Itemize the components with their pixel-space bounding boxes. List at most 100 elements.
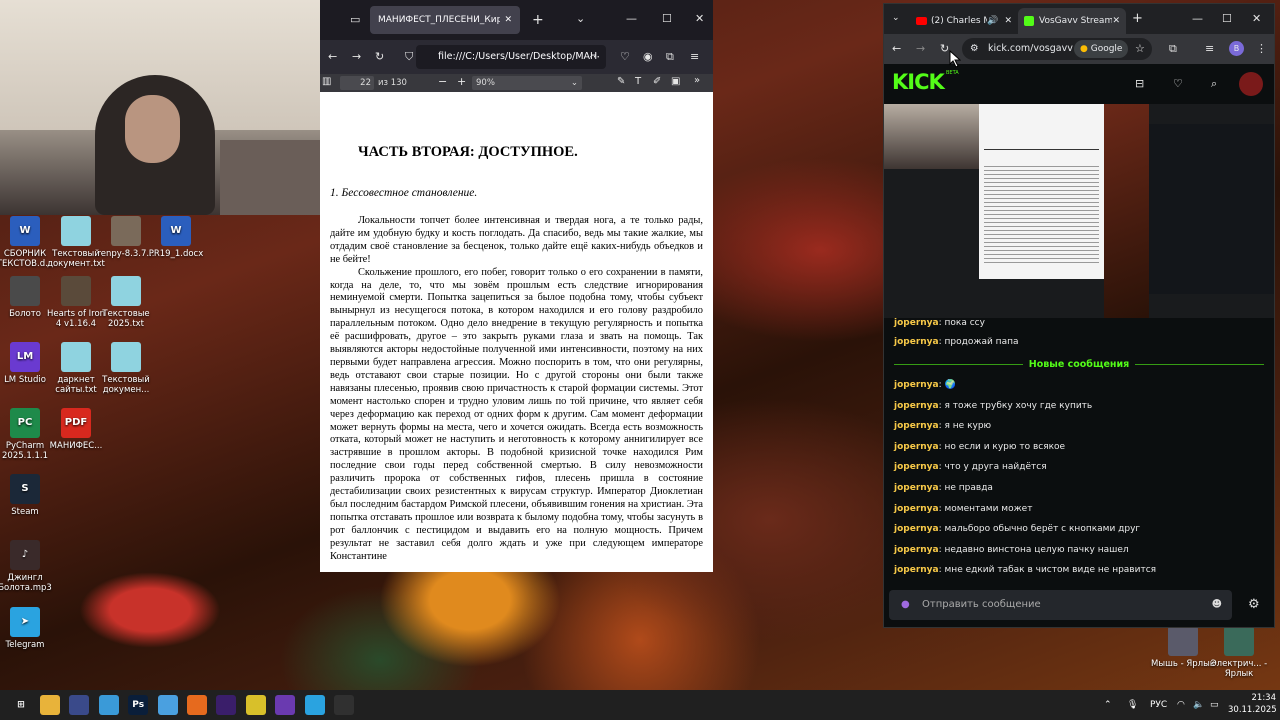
chat-username[interactable]: jopernya (894, 483, 939, 493)
bookmark-star-icon[interactable]: ☆ (1135, 42, 1145, 55)
zoom-out-icon[interactable]: − (438, 75, 447, 88)
file-explorer-icon[interactable] (40, 695, 60, 715)
media-controls-icon[interactable]: ≡ (1205, 42, 1214, 55)
tab-list-icon[interactable]: ▭ (350, 13, 360, 26)
more-tools-icon[interactable]: » (694, 75, 700, 86)
library-icon[interactable]: ⊟ (1135, 77, 1144, 90)
chat-username[interactable]: jopernya (894, 318, 939, 328)
tab-kick[interactable]: VosGavv Stream ✕ (1018, 8, 1126, 34)
site-settings-icon[interactable]: ⚙ (970, 38, 979, 60)
chat-username[interactable]: jopernya (894, 462, 939, 472)
chat-username[interactable]: jopernya (894, 401, 939, 411)
chat-settings-icon[interactable]: ⚙ (1248, 597, 1260, 612)
desktop-icon[interactable]: Мышь - Ярлык (1151, 626, 1215, 669)
telegram-taskbar-icon[interactable] (304, 695, 325, 715)
battery-icon[interactable]: ▭ (1210, 690, 1219, 720)
stream-video[interactable] (884, 104, 1274, 318)
following-heart-icon[interactable]: ♡ (1173, 77, 1183, 90)
reload-icon[interactable]: ↻ (940, 42, 949, 55)
notepad-icon[interactable] (98, 695, 119, 715)
stream-chat-preview (1149, 124, 1274, 294)
close-window-icon[interactable]: ✕ (695, 12, 704, 25)
language-indicator[interactable]: РУС (1150, 690, 1167, 720)
desktop-icon[interactable]: Текстовый докумен... (94, 342, 158, 395)
image-icon[interactable]: ▣ (671, 76, 680, 87)
close-tab-icon[interactable]: ✕ (1112, 16, 1120, 26)
desktop-icon[interactable]: ➤ Telegram (0, 607, 57, 650)
tab-youtube[interactable]: (2) Charles M 🔊 ✕ (910, 8, 1018, 34)
close-window-icon[interactable]: ✕ (1252, 12, 1261, 25)
app-icon[interactable] (69, 695, 90, 715)
zoom-select[interactable]: 90% ⌄ (472, 76, 582, 90)
extensions-icon[interactable]: ⧉ (666, 50, 674, 64)
highlight-icon[interactable]: ✎ (617, 76, 625, 87)
chrome-menu-icon[interactable]: ⋮ (1256, 42, 1267, 55)
photoshop-icon[interactable]: Ps (128, 695, 149, 715)
maximize-icon[interactable]: ☐ (1222, 12, 1232, 25)
search-icon[interactable]: ⌕ (1211, 77, 1217, 91)
clock[interactable]: 21:34 30.11.2025 (1228, 692, 1277, 716)
chat-username[interactable]: jopernya (894, 524, 939, 534)
address-bar[interactable]: file:///C:/Users/User/Desktop/МАН (416, 45, 606, 69)
google-lens-chip[interactable]: ● Google (1074, 40, 1129, 58)
chat-username[interactable]: jopernya (894, 565, 939, 575)
minimize-icon[interactable]: — (1192, 12, 1203, 25)
sidebar-toggle-icon[interactable]: ▥ (322, 76, 331, 87)
chat-username[interactable]: jopernya (894, 421, 939, 431)
new-tab-icon[interactable]: + (1132, 11, 1143, 26)
minimize-icon[interactable]: — (626, 12, 637, 25)
desktop-icon[interactable]: PDF МАНИФЕС... (44, 408, 108, 451)
kick-logo[interactable]: KICK (892, 70, 945, 94)
desktop-icon[interactable]: ♪ Джингл Болота.mp3 (0, 540, 57, 593)
desktop-icon[interactable]: Текстовые 2025.txt (94, 276, 158, 329)
obs-purple-icon[interactable] (216, 695, 237, 715)
webcam-overlay (0, 0, 320, 215)
user-avatar[interactable] (1239, 72, 1263, 96)
visual-studio-icon[interactable] (275, 695, 296, 715)
forward-icon[interactable]: → (916, 42, 925, 55)
new-tab-icon[interactable]: + (532, 12, 544, 28)
chrome-icon[interactable] (245, 695, 266, 715)
chevron-down-icon[interactable]: ⌄ (576, 12, 585, 25)
tab-search-icon[interactable]: ⌄ (892, 13, 900, 23)
chat-username[interactable]: jopernya (894, 337, 939, 347)
pdf-tab[interactable]: МАНИФЕСТ_ПЛЕСЕНИ_Кирилл_... ✕ (370, 6, 520, 34)
desktop-icon[interactable]: Электрич... - Ярлык (1207, 626, 1271, 679)
more-icon[interactable]: ⋯ (589, 50, 600, 63)
shield-icon[interactable]: ⛉ (405, 50, 413, 64)
volume-icon[interactable]: 🔈 (1193, 690, 1204, 720)
chat-username[interactable]: jopernya (894, 442, 939, 452)
files-icon[interactable] (157, 695, 178, 715)
microphone-tray-icon[interactable]: 🎙 (1127, 690, 1138, 720)
obs-icon[interactable] (334, 695, 354, 715)
maximize-icon[interactable]: ☐ (662, 12, 672, 25)
chat-username[interactable]: jopernya (894, 545, 939, 555)
draw-icon[interactable]: ✐ (653, 76, 661, 87)
close-tab-icon[interactable]: ✕ (1004, 16, 1012, 26)
chat-username[interactable]: jopernya (894, 504, 939, 514)
forward-icon[interactable]: → (352, 50, 361, 63)
chat-input[interactable]: ● Отправить сообщение ☻ (889, 590, 1232, 620)
page-number-input[interactable]: 22 (340, 76, 374, 90)
reload-icon[interactable]: ↻ (375, 50, 384, 63)
desktop-icon[interactable]: S Steam (0, 474, 57, 517)
back-icon[interactable]: ← (328, 50, 337, 63)
zoom-in-icon[interactable]: + (457, 75, 466, 88)
profile-avatar[interactable]: B (1229, 41, 1244, 56)
close-tab-icon[interactable]: ✕ (504, 15, 512, 25)
firefox-icon[interactable] (187, 695, 207, 715)
chevron-up-icon[interactable]: ⌃ (1104, 690, 1112, 720)
emoji-icon[interactable]: ☻ (1212, 590, 1222, 620)
chat-username[interactable]: jopernya (894, 380, 939, 390)
extensions-icon[interactable]: ⧉ (1169, 42, 1177, 56)
text-tool-icon[interactable]: T (635, 76, 641, 87)
account-icon[interactable]: ◉ (643, 50, 653, 63)
chat-message: jopernya: мальборо обычно берёт с кнопка… (894, 524, 1141, 535)
wifi-icon[interactable]: ◠ (1177, 690, 1185, 720)
back-icon[interactable]: ← (892, 42, 901, 55)
windows-start-icon[interactable]: ⊞ (11, 695, 31, 715)
pocket-icon[interactable]: ♡ (620, 50, 630, 63)
desktop-icon[interactable]: W PR19_1.docx (144, 216, 208, 259)
microphone-icon[interactable]: ● (901, 590, 910, 620)
menu-icon[interactable]: ≡ (690, 50, 699, 63)
